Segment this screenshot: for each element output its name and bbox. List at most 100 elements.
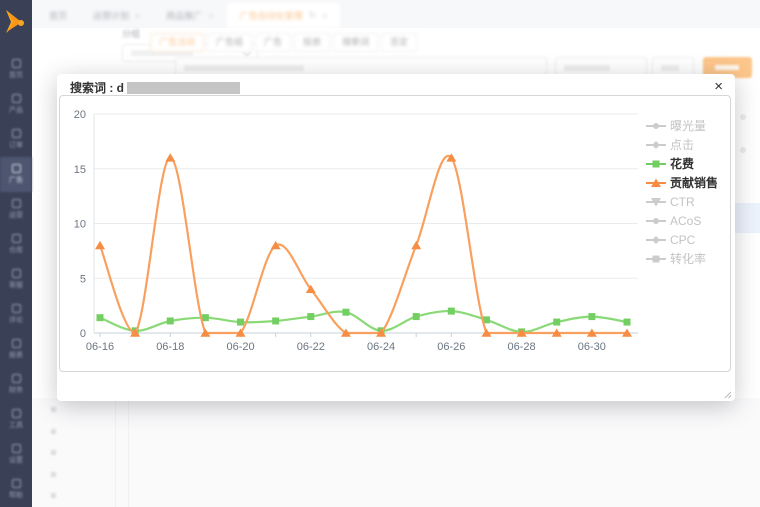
data-point-square[interactable] (237, 319, 244, 326)
data-point-square[interactable] (448, 308, 455, 315)
data-point-triangle[interactable] (95, 241, 105, 249)
sidebar-item-7[interactable]: 客服 (0, 262, 32, 297)
chart-panel: 0 5 10 15 20 06-16 06-18 06-20 06-22 06-24 06-26 06… (59, 95, 731, 372)
sidebar-item-icon (12, 269, 21, 278)
data-point-triangle[interactable] (411, 241, 421, 249)
modal-title: 搜索词 : d (70, 79, 240, 96)
data-point-square[interactable] (272, 317, 279, 324)
modal-title-text: 搜索词 : d (70, 81, 124, 95)
legend-marker-square-icon (646, 254, 666, 264)
app-screen: 首页产品订单广告运营仓库客服评论报表财务工具设置帮助 首页运营计划×商品推广×广… (0, 0, 760, 507)
data-point-square[interactable] (413, 313, 420, 320)
sidebar-item-icon (12, 234, 21, 243)
sidebar-item-icon (12, 304, 21, 313)
line-chart: 0 5 10 15 20 06-16 06-18 06-20 06-22 06-24 06-26 06… (60, 96, 730, 371)
legend-item-8[interactable]: 转化率 (646, 249, 718, 268)
x-axis-tick-label: 06-24 (367, 341, 395, 353)
data-point-triangle[interactable] (446, 153, 456, 161)
legend-marker-triangle-icon (646, 178, 666, 188)
y-axis-tick-label: 10 (74, 219, 86, 231)
brand-logo-icon[interactable] (4, 7, 28, 39)
legend-item-6[interactable]: ACoS (646, 211, 718, 230)
sidebar: 首页产品订单广告运营仓库客服评论报表财务工具设置帮助 (0, 0, 32, 507)
legend-marker-circle-icon (646, 216, 666, 226)
data-point-square[interactable] (624, 319, 631, 326)
close-icon[interactable]: × (714, 78, 723, 96)
legend-marker-diamond-icon (646, 140, 666, 150)
y-axis-tick-label: 20 (74, 109, 86, 121)
redacted-text (127, 82, 240, 94)
series-line-square (100, 311, 627, 332)
legend-item-3[interactable]: 花费 (646, 154, 718, 173)
sidebar-item-5[interactable]: 运营 (0, 192, 32, 227)
sidebar-item-13[interactable]: 帮助 (0, 472, 32, 507)
sidebar-item-label: 广告 (9, 175, 23, 185)
sidebar-item-icon (12, 444, 21, 453)
sidebar-item-label: 报表 (9, 350, 23, 360)
legend-item-label: ACoS (670, 214, 701, 228)
legend-item-label: 曝光量 (670, 117, 706, 134)
x-axis-tick-label: 06-28 (508, 341, 536, 353)
data-point-square[interactable] (342, 309, 349, 316)
sidebar-item-3[interactable]: 订单 (0, 122, 32, 157)
sidebar-item-icon (12, 199, 21, 208)
x-axis-tick-label: 06-18 (156, 341, 184, 353)
legend-item-4[interactable]: 贡献销售 (646, 173, 718, 192)
legend-item-1[interactable]: 曝光量 (646, 116, 718, 135)
sidebar-item-label: 评论 (9, 315, 23, 325)
sidebar-item-10[interactable]: 财务 (0, 367, 32, 402)
sidebar-item-4[interactable]: 广告 (0, 157, 32, 192)
legend-item-label: CTR (670, 195, 695, 209)
x-axis-tick-label: 06-26 (437, 341, 465, 353)
x-axis-tick-label: 06-30 (578, 341, 606, 353)
data-point-square[interactable] (167, 317, 174, 324)
legend-marker-square-icon (646, 159, 666, 169)
legend-marker-diamond-icon (646, 235, 666, 245)
legend-item-5[interactable]: CTR (646, 192, 718, 211)
sidebar-item-8[interactable]: 评论 (0, 297, 32, 332)
x-axis-tick-label: 06-16 (86, 341, 114, 353)
series-line-triangle (100, 156, 627, 333)
sidebar-item-icon (12, 339, 21, 348)
legend-marker-triangle-down-icon (646, 197, 666, 207)
sidebar-item-label: 帮助 (9, 490, 23, 500)
x-axis-tick-label: 06-22 (297, 341, 325, 353)
sidebar-item-9[interactable]: 报表 (0, 332, 32, 367)
data-point-square[interactable] (588, 313, 595, 320)
legend-item-7[interactable]: CPC (646, 230, 718, 249)
sidebar-item-icon (12, 129, 21, 138)
sidebar-item-12[interactable]: 设置 (0, 437, 32, 472)
data-point-square[interactable] (553, 319, 560, 326)
y-axis-tick-label: 0 (80, 328, 86, 340)
sidebar-item-icon (12, 164, 21, 173)
x-axis-tick-label: 06-20 (226, 341, 254, 353)
sidebar-items: 首页产品订单广告运营仓库客服评论报表财务工具设置帮助 (0, 52, 32, 507)
sidebar-item-label: 财务 (9, 385, 23, 395)
legend-item-label: 贡献销售 (670, 174, 718, 191)
legend-item-label: 转化率 (670, 250, 706, 267)
resize-handle-icon[interactable] (724, 391, 732, 399)
sidebar-item-icon (12, 409, 21, 418)
y-axis-tick-label: 5 (80, 273, 86, 285)
data-point-triangle[interactable] (165, 153, 175, 161)
sidebar-item-11[interactable]: 工具 (0, 402, 32, 437)
sidebar-item-label: 客服 (9, 280, 23, 290)
sidebar-item-1[interactable]: 首页 (0, 52, 32, 87)
sidebar-item-icon (12, 479, 21, 488)
sidebar-item-icon (12, 94, 21, 103)
sidebar-item-label: 首页 (9, 70, 23, 80)
data-point-square[interactable] (97, 314, 104, 321)
legend-marker-circle-icon (646, 121, 666, 131)
y-axis-tick-label: 15 (74, 164, 86, 176)
sidebar-item-label: 设置 (9, 455, 23, 465)
sidebar-item-label: 仓库 (9, 245, 23, 255)
sidebar-item-label: 产品 (9, 105, 23, 115)
sidebar-item-label: 订单 (9, 140, 23, 150)
legend-item-2[interactable]: 点击 (646, 135, 718, 154)
sidebar-item-icon (12, 374, 21, 383)
sidebar-item-6[interactable]: 仓库 (0, 227, 32, 262)
sidebar-item-label: 运营 (9, 210, 23, 220)
data-point-square[interactable] (307, 313, 314, 320)
sidebar-item-label: 工具 (9, 420, 23, 430)
sidebar-item-2[interactable]: 产品 (0, 87, 32, 122)
